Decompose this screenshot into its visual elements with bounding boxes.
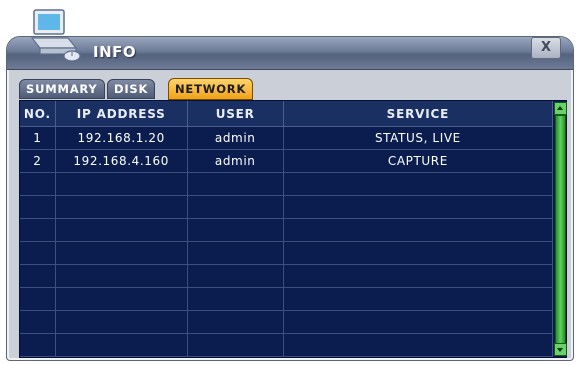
column-header-service: SERVICE xyxy=(283,101,554,127)
table-header-row: NO. IP ADDRESS USER SERVICE xyxy=(20,101,554,127)
table-row[interactable]: 1 192.168.1.20 admin STATUS, LIVE xyxy=(20,126,554,150)
arrow-up-icon xyxy=(557,106,563,110)
table-row[interactable]: 2 192.168.4.160 admin CAPTURE xyxy=(20,149,554,173)
cell-user xyxy=(187,287,284,311)
cell-ip-address xyxy=(55,264,188,288)
info-window: INFO X SUMMARY DISK NETWORK NO. IP ADDRE… xyxy=(6,36,574,361)
cell-no xyxy=(20,241,56,265)
table-row[interactable] xyxy=(20,264,554,288)
cell-ip-address xyxy=(55,172,188,196)
cell-ip-address: 192.168.1.20 xyxy=(55,126,188,150)
tab-disk[interactable]: DISK xyxy=(107,79,156,99)
cell-no xyxy=(20,172,56,196)
cell-no: 2 xyxy=(20,149,56,173)
cell-service xyxy=(283,218,554,242)
cell-user: admin xyxy=(187,149,284,173)
tab-summary[interactable]: SUMMARY xyxy=(19,79,105,99)
cell-user xyxy=(187,218,284,242)
vertical-scrollbar[interactable] xyxy=(553,101,567,357)
cell-no: 1 xyxy=(20,126,56,150)
cell-ip-address xyxy=(55,333,188,357)
cell-user xyxy=(187,333,284,357)
column-header-user: USER xyxy=(187,101,284,127)
cell-service xyxy=(283,333,554,357)
cell-service: STATUS, LIVE xyxy=(283,126,554,150)
cell-service xyxy=(283,310,554,334)
table-row[interactable] xyxy=(20,310,554,334)
table-row[interactable] xyxy=(20,241,554,265)
cell-no xyxy=(20,264,56,288)
cell-no xyxy=(20,333,56,357)
table-row[interactable] xyxy=(20,172,554,196)
cell-ip-address xyxy=(55,310,188,334)
cell-user xyxy=(187,241,284,265)
table-row[interactable] xyxy=(20,287,554,311)
cell-ip-address xyxy=(55,195,188,219)
close-button[interactable]: X xyxy=(531,37,561,59)
cell-service xyxy=(283,264,554,288)
cell-ip-address xyxy=(55,241,188,265)
window-title: INFO xyxy=(93,43,137,61)
cell-service xyxy=(283,287,554,311)
cell-no xyxy=(20,287,56,311)
table-row[interactable] xyxy=(20,195,554,219)
cell-user xyxy=(187,195,284,219)
cell-user xyxy=(187,172,284,196)
cell-ip-address xyxy=(55,287,188,311)
cell-ip-address xyxy=(55,218,188,242)
column-header-ip-address: IP ADDRESS xyxy=(55,101,188,127)
cell-ip-address: 192.168.4.160 xyxy=(55,149,188,173)
cell-service xyxy=(283,195,554,219)
cell-no xyxy=(20,310,56,334)
cell-no xyxy=(20,218,56,242)
cell-no xyxy=(20,195,56,219)
tab-network[interactable]: NETWORK xyxy=(168,78,254,100)
computer-icon xyxy=(30,9,81,62)
close-icon: X xyxy=(540,40,552,55)
cell-user xyxy=(187,310,284,334)
cell-user: admin xyxy=(187,126,284,150)
cell-service: CAPTURE xyxy=(283,149,554,173)
arrow-down-icon xyxy=(557,348,563,352)
scroll-thumb[interactable] xyxy=(555,115,566,345)
column-header-no: NO. xyxy=(20,101,56,127)
table-row[interactable] xyxy=(20,333,554,357)
table-row[interactable] xyxy=(20,218,554,242)
network-table: NO. IP ADDRESS USER SERVICE 1 192.168.1.… xyxy=(19,100,567,358)
scroll-down-button[interactable] xyxy=(554,343,567,356)
cell-service xyxy=(283,241,554,265)
cell-user xyxy=(187,264,284,288)
title-bar: INFO X xyxy=(7,37,573,70)
scroll-up-button[interactable] xyxy=(554,102,567,115)
cell-service xyxy=(283,172,554,196)
